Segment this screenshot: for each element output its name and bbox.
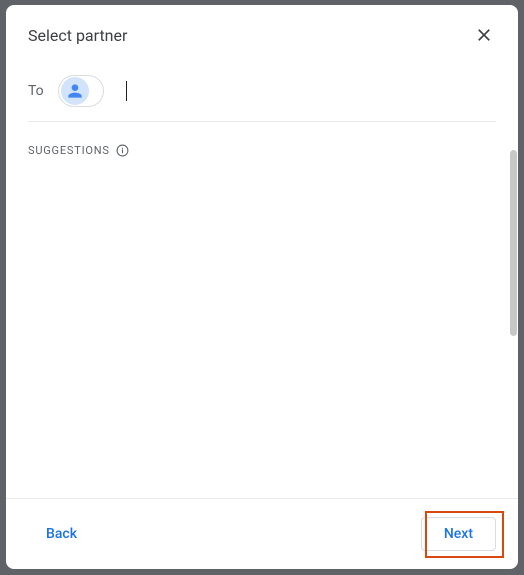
to-label: To [28,83,44,99]
suggestions-list [6,167,518,498]
partner-chip[interactable] [58,75,104,107]
scrollbar[interactable] [510,150,517,336]
back-button[interactable]: Back [28,518,95,550]
person-avatar [61,77,89,105]
person-icon [65,81,85,101]
info-icon[interactable] [116,144,129,157]
suggestions-label: SUGGESTIONS [28,144,110,157]
dialog-header: Select partner [6,5,518,55]
dialog-footer: Back Next [6,498,518,569]
close-icon [474,25,494,45]
suggestions-header: SUGGESTIONS [6,122,518,167]
close-button[interactable] [472,23,496,47]
select-partner-dialog: Select partner To SUGGESTIONS Back Next [6,5,518,569]
to-section: To [6,55,518,121]
recipient-input[interactable] [126,81,127,101]
next-button[interactable]: Next [421,517,496,551]
dialog-title: Select partner [28,26,127,45]
